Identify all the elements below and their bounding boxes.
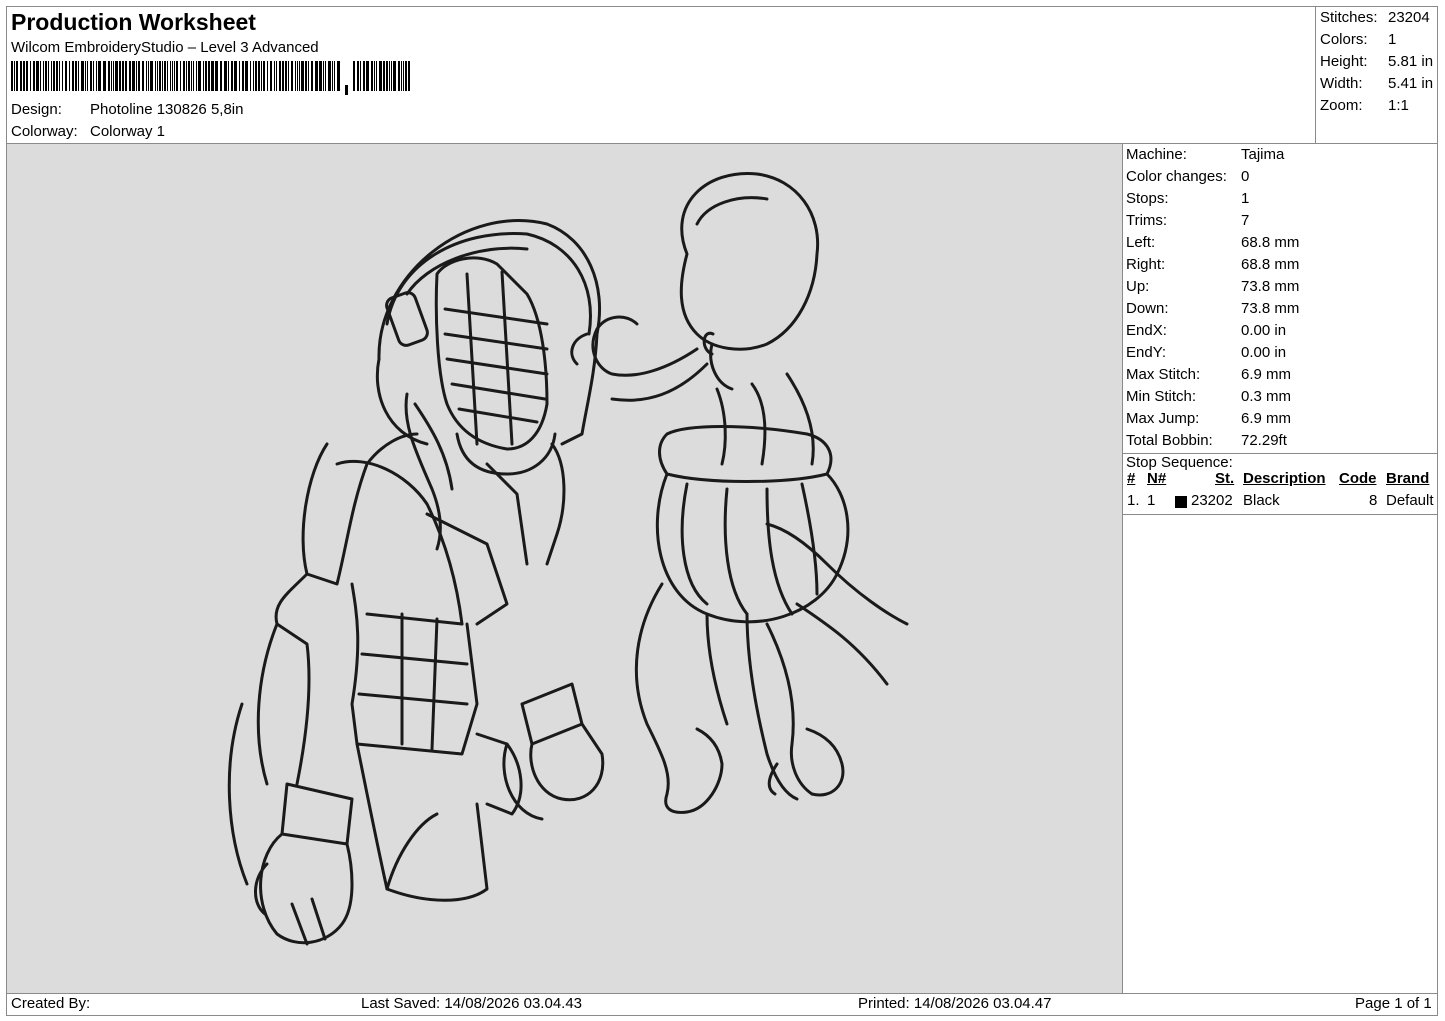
info-row-min-stitch: Min Stitch: 0.3 mm [1126, 388, 1291, 405]
section-divider [1123, 514, 1437, 515]
design-label: Design: [11, 101, 62, 118]
machine-info-panel: Machine: Tajima Color changes: 0 Stops: 1 T… [1123, 144, 1437, 993]
col-header-stitches: St. [1215, 470, 1235, 487]
info-value: 0.3 mm [1241, 388, 1292, 405]
info-label: Down: [1126, 300, 1169, 317]
seq-stitches: 23202 [1191, 492, 1233, 509]
production-worksheet: Production Worksheet Wilcom EmbroiderySt… [6, 6, 1438, 1016]
info-label: Color changes: [1126, 168, 1227, 185]
info-value: 68.8 mm [1241, 234, 1300, 251]
col-header-brand: Brand [1386, 470, 1430, 487]
seq-description: Black [1243, 492, 1280, 509]
info-value: 0.00 in [1241, 322, 1287, 339]
col-header-code: Code [1339, 470, 1377, 487]
colorway-row: Colorway: Colorway 1 [11, 123, 165, 140]
stitches-value: 23204 [1388, 9, 1430, 26]
design-row: Design: Photoline 130826 5,8in [11, 101, 243, 118]
info-label: Machine: [1126, 146, 1187, 163]
info-row-up: Up: 73.8 mm [1126, 278, 1299, 295]
info-label: Stops: [1126, 190, 1169, 207]
color-swatch [1175, 496, 1187, 508]
seq-needle: 1 [1147, 492, 1156, 509]
page-title: Production Worksheet [11, 9, 256, 35]
col-header-index: # [1127, 470, 1136, 487]
info-value: 1 [1241, 190, 1250, 207]
info-value: 0.00 in [1241, 344, 1287, 361]
info-row-down: Down: 73.8 mm [1126, 300, 1299, 317]
info-value: 6.9 mm [1241, 410, 1292, 427]
colorway-label: Colorway: [11, 123, 78, 140]
info-value: 68.8 mm [1241, 256, 1300, 273]
info-label: Trims: [1126, 212, 1168, 229]
info-value: 7 [1241, 212, 1250, 229]
height-value: 5.81 in [1388, 53, 1434, 70]
stop-sequence-title: Stop Sequence: [1126, 454, 1233, 471]
embroidery-design-image [227, 172, 909, 946]
design-value: Photoline 130826 5,8in [90, 101, 244, 118]
info-row-endx: EndX: 0.00 in [1126, 322, 1286, 339]
col-header-needle: N# [1147, 470, 1167, 487]
info-label: Total Bobbin: [1126, 432, 1213, 449]
zoom-value: 1:1 [1388, 97, 1409, 114]
col-header-description: Description [1243, 470, 1326, 487]
created-by: Created By: [11, 995, 91, 1012]
printed-date: Printed: 14/08/2026 03.04.47 [858, 995, 1052, 1012]
info-value: 73.8 mm [1241, 300, 1300, 317]
info-row-stops: Stops: 1 [1126, 190, 1249, 207]
seq-brand: Default [1386, 492, 1434, 509]
colors-label: Colors: [1320, 31, 1368, 48]
info-value: 72.29ft [1241, 432, 1287, 449]
info-row-trims: Trims: 7 [1126, 212, 1249, 229]
barcode-image [11, 61, 410, 95]
summary-box: Stitches: 23204 Colors: 1 Height: 5.81 i… [1315, 7, 1437, 143]
header-info: Production Worksheet Wilcom EmbroiderySt… [7, 7, 1315, 143]
info-label: Right: [1126, 256, 1166, 273]
width-value: 5.41 in [1388, 75, 1434, 92]
info-value: 6.9 mm [1241, 366, 1292, 383]
seq-code: 8 [1369, 492, 1378, 509]
colorway-value: Colorway 1 [90, 123, 166, 140]
design-preview [7, 144, 1122, 993]
footer: Created By: Last Saved: 14/08/2026 03.04… [7, 993, 1437, 1015]
colors-value: 1 [1388, 31, 1397, 48]
width-label: Width: [1320, 75, 1363, 92]
info-value: Tajima [1241, 146, 1285, 163]
info-label: EndX: [1126, 322, 1167, 339]
info-label: Up: [1126, 278, 1150, 295]
info-row-endy: EndY: 0.00 in [1126, 344, 1286, 361]
info-row-machine: Machine: Tajima [1126, 146, 1284, 163]
info-row-max-jump: Max Jump: 6.9 mm [1126, 410, 1291, 427]
software-name: Wilcom EmbroideryStudio – Level 3 Advanc… [11, 39, 319, 56]
info-row-right: Right: 68.8 mm [1126, 256, 1299, 273]
info-value: 73.8 mm [1241, 278, 1300, 295]
info-row-color-changes: Color changes: 0 [1126, 168, 1249, 185]
seq-index: 1. [1127, 492, 1140, 509]
info-row-total-bobbin: Total Bobbin: 72.29ft [1126, 432, 1287, 449]
info-label: Max Stitch: [1126, 366, 1201, 383]
info-value: 0 [1241, 168, 1250, 185]
last-saved: Last Saved: 14/08/2026 03.04.43 [361, 995, 583, 1012]
stitches-label: Stitches: [1320, 9, 1378, 26]
page-number: Page 1 of 1 [1355, 995, 1432, 1012]
info-label: Max Jump: [1126, 410, 1200, 427]
info-label: Min Stitch: [1126, 388, 1197, 405]
info-label: EndY: [1126, 344, 1167, 361]
info-row-left: Left: 68.8 mm [1126, 234, 1299, 251]
height-label: Height: [1320, 53, 1368, 70]
info-row-max-stitch: Max Stitch: 6.9 mm [1126, 366, 1291, 383]
info-label: Left: [1126, 234, 1156, 251]
zoom-label: Zoom: [1320, 97, 1363, 114]
